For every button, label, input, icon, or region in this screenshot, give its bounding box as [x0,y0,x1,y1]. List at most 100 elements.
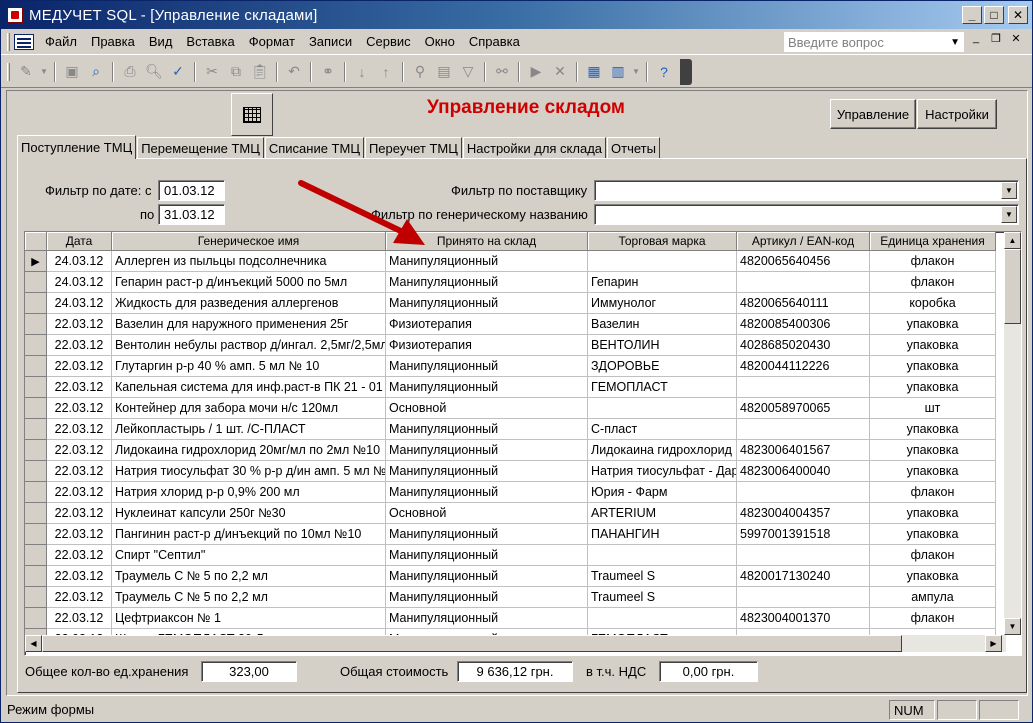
table-cell[interactable]: Юрия - Фарм [588,482,737,503]
date-from-field[interactable]: 01.03.12 [158,180,225,201]
table-cell[interactable]: Вазелин для наружного применения 25г [112,314,386,335]
table-cell[interactable]: 22.03.12 [47,440,112,461]
table-cell[interactable]: С-пласт [588,419,737,440]
row-selector[interactable] [25,293,47,314]
paste-icon[interactable]: 📋︎ [249,61,271,83]
form-icon[interactable] [14,33,34,50]
table-cell[interactable]: Traumeel S [588,566,737,587]
table-cell[interactable]: Пангинин раст-р д/инъекций по 10мл №10 [112,524,386,545]
menu-file[interactable]: Файл [38,29,84,55]
cut-icon[interactable]: ✂ [201,61,223,83]
table-cell[interactable]: 24.03.12 [47,293,112,314]
table-cell[interactable]: Вентолин небулы раствор д/ингал. 2,5мг/2… [112,335,386,356]
close-button[interactable]: ✕ [1008,6,1028,24]
tab-writeoff[interactable]: Списание ТМЦ [264,137,364,159]
table-cell[interactable]: Манипуляционный [386,419,588,440]
table-cell[interactable]: 22.03.12 [47,566,112,587]
row-selector[interactable] [25,398,47,419]
tab-reports[interactable]: Отчеты [607,137,660,159]
row-selector-header[interactable] [25,232,47,251]
table-cell[interactable]: 22.03.12 [47,398,112,419]
table-cell[interactable]: Манипуляционный [386,356,588,377]
table-cell[interactable]: ARTERIUM [588,503,737,524]
col-header-generic[interactable]: Генерическое имя [112,232,386,251]
table-row[interactable]: 22.03.12 Лейкопластырь / 1 шт. /С-ПЛАСТ Ма… [25,419,996,440]
table-cell[interactable]: 4820065640456 [737,251,870,272]
table-cell[interactable]: ВЕНТОЛИН [588,335,737,356]
table-cell[interactable]: Манипуляционный [386,524,588,545]
new-record-icon[interactable]: ▶ [525,61,547,83]
table-cell[interactable]: шт [870,398,996,419]
copy-icon[interactable]: ⧉ [225,61,247,83]
table-cell[interactable]: Гепарин раст-р д/инъекций 5000 по 5мл [112,272,386,293]
table-cell[interactable]: 24.03.12 [47,272,112,293]
sort-ascending-icon[interactable]: ↓ [351,61,373,83]
table-cell[interactable]: 4820058970065 [737,398,870,419]
table-cell[interactable]: 22.03.12 [47,356,112,377]
table-cell[interactable]: Манипуляционный [386,482,588,503]
table-cell[interactable]: Вазелин [588,314,737,335]
row-selector[interactable] [25,356,47,377]
table-row[interactable]: 22.03.12 Вазелин для наружного применения… [25,314,996,335]
table-cell[interactable]: Траумель С № 5 по 2,2 мл [112,587,386,608]
table-cell[interactable]: Капельная система для инф.раст-в ПК 21 -… [112,377,386,398]
table-cell[interactable]: 4820065640111 [737,293,870,314]
table-row[interactable]: 22.03.12 Траумель С № 5 по 2,2 мл Манипуля… [25,566,996,587]
table-cell[interactable]: Иммунолог [588,293,737,314]
find-icon[interactable]: ⚯ [491,61,513,83]
chevron-down-icon[interactable]: ▼ [39,61,49,83]
table-cell[interactable] [737,545,870,566]
row-selector[interactable] [25,503,47,524]
table-cell[interactable]: 4823004004357 [737,503,870,524]
table-cell[interactable]: ПАНАНГИН [588,524,737,545]
table-cell[interactable]: коробка [870,293,996,314]
table-cell[interactable]: 4823006400040 [737,461,870,482]
table-row[interactable]: 22.03.12 Пангинин раст-р д/инъекций по 10… [25,524,996,545]
design-view-icon[interactable]: ✎ [15,61,37,83]
table-cell[interactable]: Гепарин [588,272,737,293]
question-input[interactable]: Введите вопрос ▼ [784,32,964,52]
table-cell[interactable] [588,398,737,419]
help-icon[interactable]: ? [653,61,675,83]
tab-receipt[interactable]: Поступление ТМЦ [17,135,137,159]
table-cell[interactable]: Спирт "Септил" [112,545,386,566]
table-cell[interactable]: 4820085400306 [737,314,870,335]
menu-format[interactable]: Формат [242,29,302,55]
table-cell[interactable]: Лидокаина гидрохлорид [588,440,737,461]
table-row[interactable]: 22.03.12 Натрия хлорид р-р 0,9% 200 мл Ман… [25,482,996,503]
table-cell[interactable]: упаковка [870,419,996,440]
table-cell[interactable]: 4823006401567 [737,440,870,461]
row-selector[interactable] [25,440,47,461]
table-cell[interactable] [588,251,737,272]
table-cell[interactable]: Глутаргин р-р 40 % амп. 5 мл № 10 [112,356,386,377]
table-cell[interactable]: Основной [386,398,588,419]
table-cell[interactable]: Физиотерапия [386,335,588,356]
table-cell[interactable]: упаковка [870,524,996,545]
table-cell[interactable] [588,545,737,566]
row-selector[interactable] [25,545,47,566]
table-row[interactable]: 22.03.12 Контейнер для забора мочи н/с 12… [25,398,996,419]
col-header-unit[interactable]: Единица хранения [870,232,996,251]
database-window-icon[interactable]: ▦ [583,61,605,83]
menu-insert[interactable]: Вставка [179,29,241,55]
table-row[interactable]: 22.03.12 Спирт "Септил" Манипуляционный фла… [25,545,996,566]
col-header-date[interactable]: Дата [47,232,112,251]
print-preview-icon[interactable]: 🔍︎ [143,61,165,83]
table-cell[interactable]: 22.03.12 [47,335,112,356]
table-cell[interactable]: Манипуляционный [386,440,588,461]
table-row[interactable]: 22.03.12 Цефтриаксон № 1 Манипуляционный 48… [25,608,996,629]
undo-icon[interactable]: ↶ [283,61,305,83]
chevron-down-icon[interactable]: ▼ [1001,182,1017,199]
scroll-right-icon[interactable]: ▶ [985,635,1002,652]
table-row[interactable]: 22.03.12 Лидокаина гидрохлорид 20мг/мл по… [25,440,996,461]
table-cell[interactable]: 22.03.12 [47,545,112,566]
mdi-close-button[interactable]: ✕ [1008,32,1024,45]
table-cell[interactable]: Натрия тиосульфат - Дарница [588,461,737,482]
table-cell[interactable]: Traumeel S [588,587,737,608]
table-row[interactable]: 22.03.12 Глутаргин р-р 40 % амп. 5 мл № 1… [25,356,996,377]
table-row[interactable]: 22.03.12 Вентолин небулы раствор д/ингал.… [25,335,996,356]
table-cell[interactable]: 22.03.12 [47,461,112,482]
table-cell[interactable] [737,272,870,293]
table-cell[interactable]: Манипуляционный [386,608,588,629]
table-cell[interactable]: ЗДОРОВЬЕ [588,356,737,377]
